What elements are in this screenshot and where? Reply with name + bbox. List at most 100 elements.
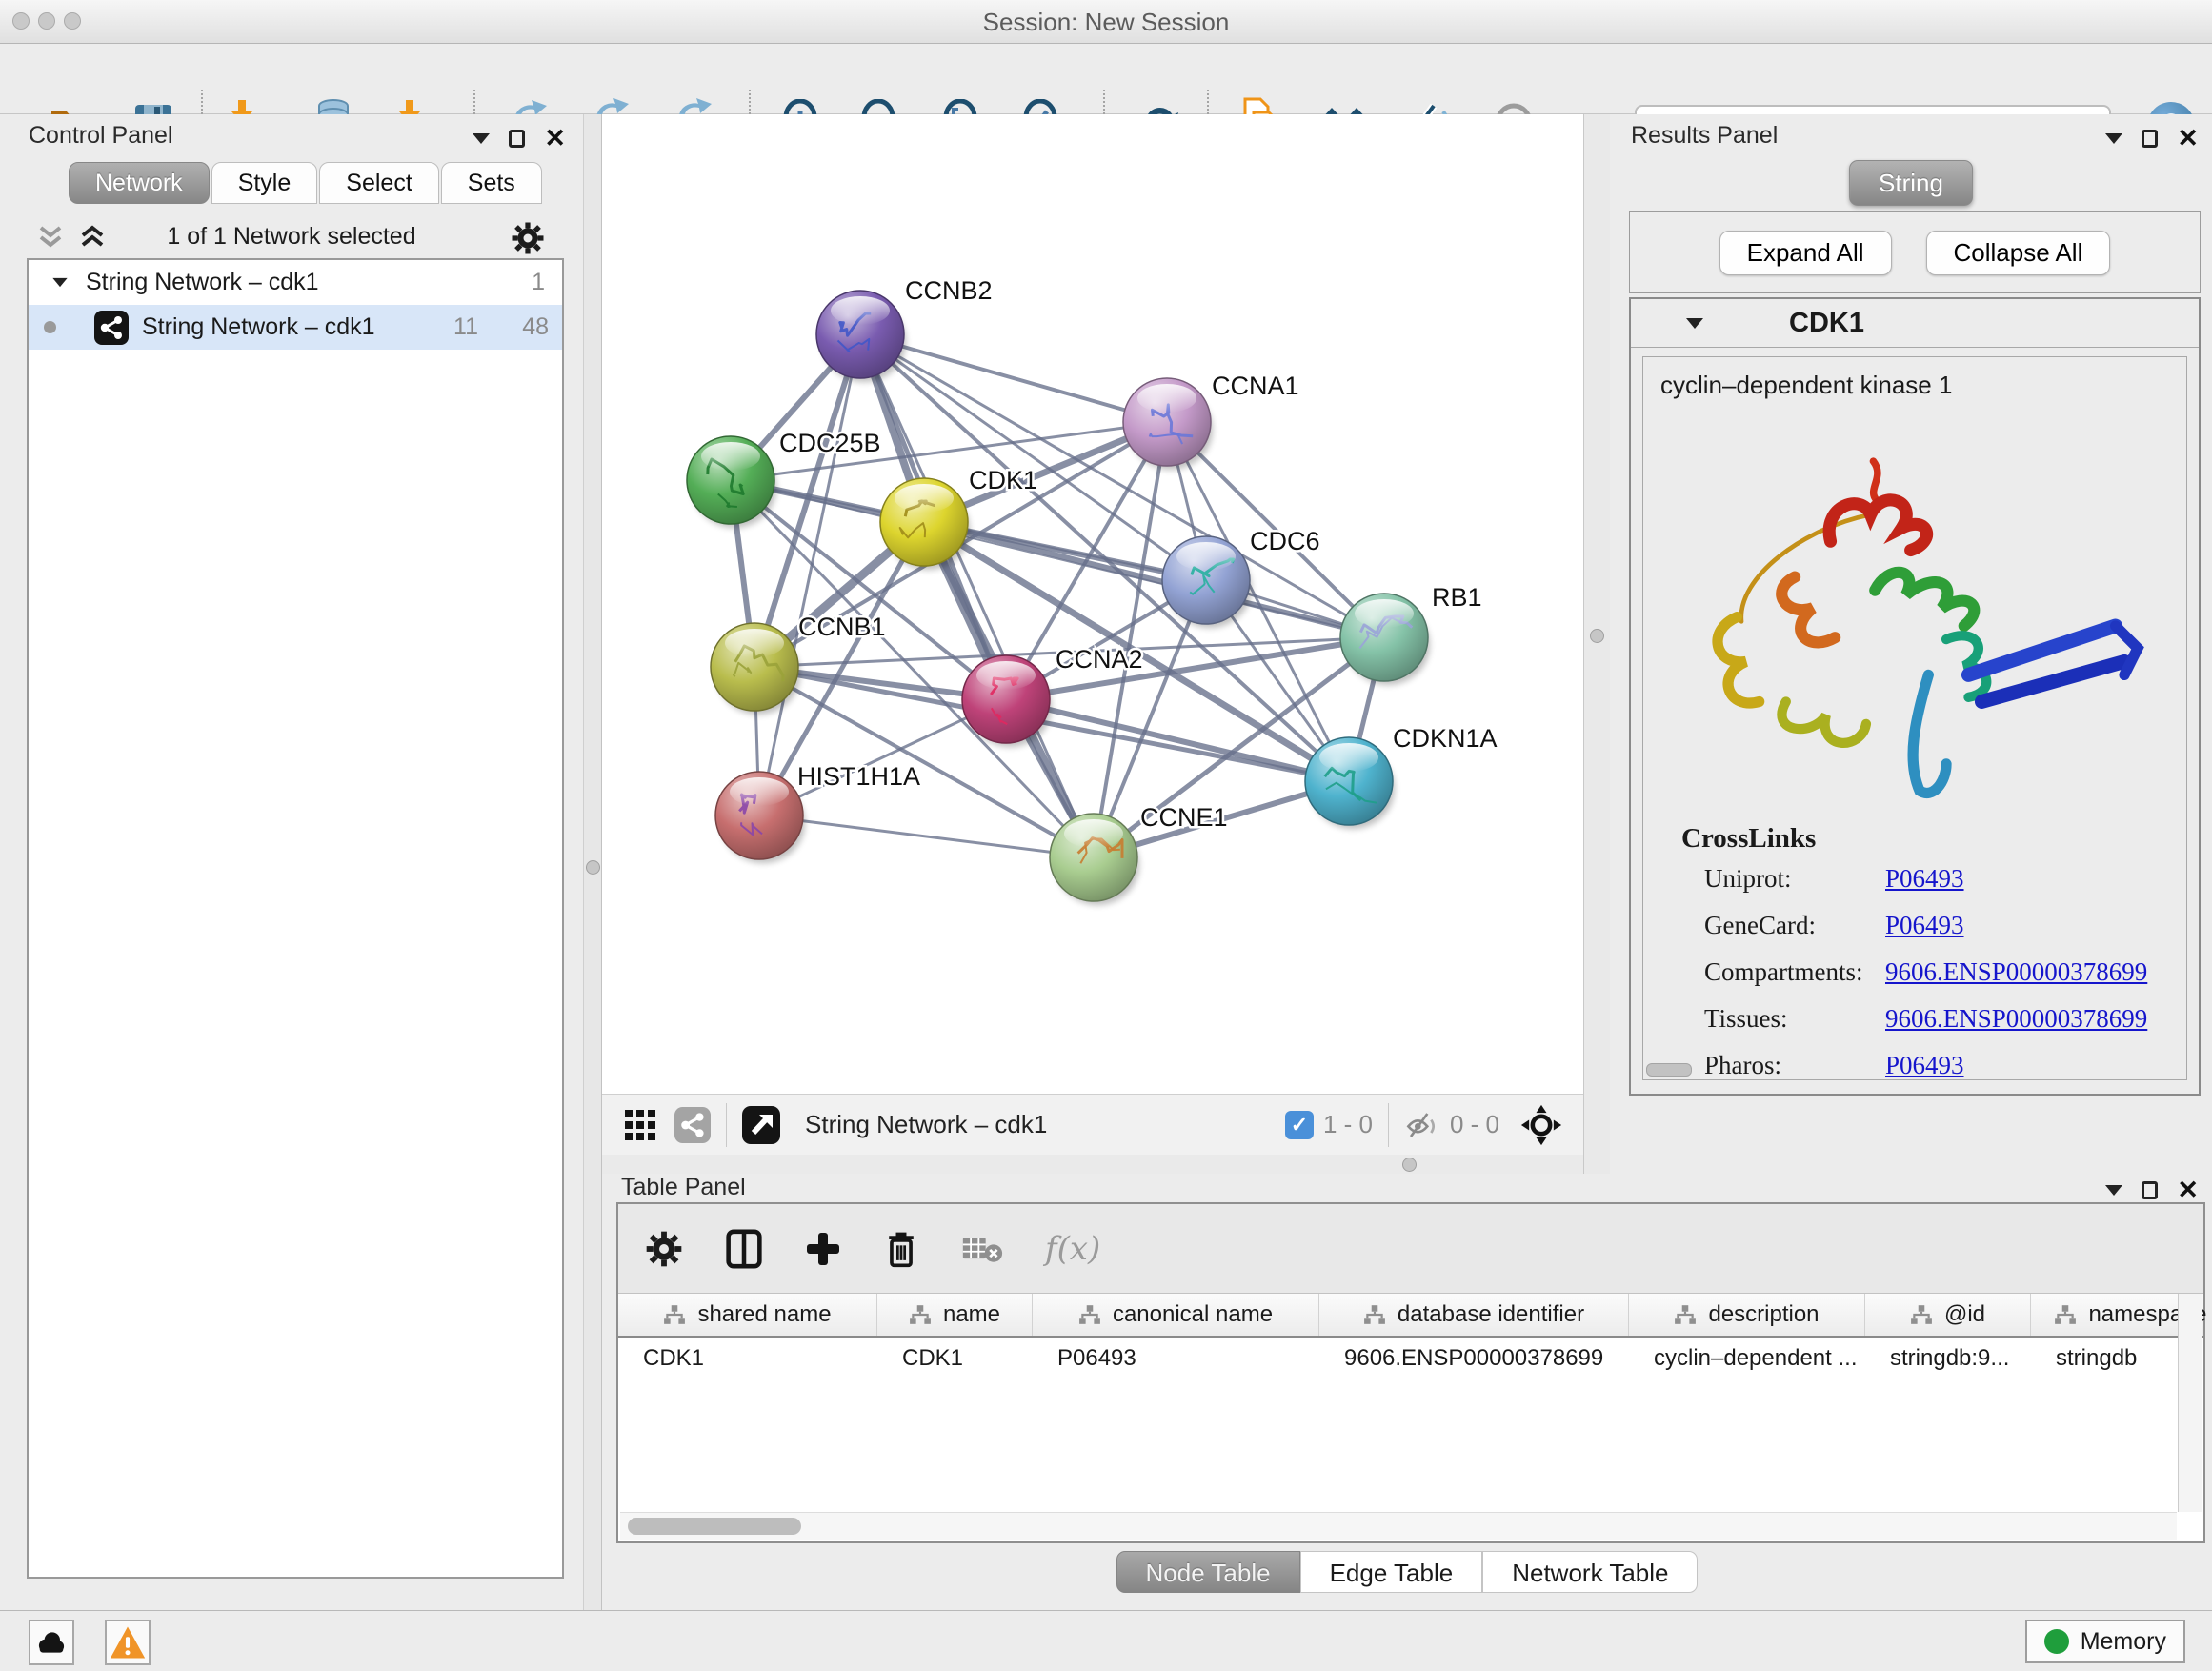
hidden-eye-slash-icon — [1404, 1110, 1440, 1140]
tab-node-table[interactable]: Node Table — [1116, 1551, 1300, 1593]
crosslink-link[interactable]: 9606.ENSP00000378699 — [1885, 957, 2147, 987]
header-cell-description[interactable]: description — [1629, 1294, 1865, 1336]
table-row[interactable]: CDK1CDK1P064939606.ENSP00000378699cyclin… — [618, 1338, 2203, 1379]
header-cell-name[interactable]: name — [877, 1294, 1033, 1336]
protein-structure-image — [1643, 408, 2187, 817]
control-panel: Control Panel ✕ NetworkStyleSelectSets 1… — [0, 114, 583, 1610]
splitter-handle[interactable] — [1402, 1158, 1417, 1172]
header-cell-canonical-name[interactable]: canonical name — [1033, 1294, 1319, 1336]
crosslink-row: GeneCard:P06493 — [1704, 911, 2186, 940]
status-bar: Memory — [0, 1610, 2212, 1671]
edge-CCNA2-CDKN1A[interactable] — [1006, 699, 1349, 781]
table-settings-gear-icon[interactable] — [645, 1230, 683, 1268]
node-CDK1[interactable] — [880, 478, 968, 566]
table-rows: CDK1CDK1P064939606.ENSP00000378699cyclin… — [618, 1338, 2203, 1379]
crosslink-link[interactable]: P06493 — [1885, 911, 1964, 940]
network-view[interactable]: CCNB2CCNA1CDC25BCDK1CDC6RB1CCNB1CCNA2CDK… — [602, 114, 1583, 1094]
table-cell[interactable]: CDK1 — [618, 1338, 877, 1379]
add-column-icon[interactable] — [805, 1231, 841, 1267]
node-label-RB1: RB1 — [1432, 583, 1482, 612]
panel-float-icon[interactable] — [509, 130, 525, 148]
column-type-icon — [2054, 1304, 2077, 1325]
header-cell--id[interactable]: @id — [1865, 1294, 2031, 1336]
edge-CCNE1-HIST1H1A[interactable] — [759, 815, 1094, 857]
edge-CCNB2-HIST1H1A[interactable] — [759, 334, 860, 815]
panel-float-icon[interactable] — [2142, 1181, 2158, 1199]
column-type-icon — [1910, 1304, 1933, 1325]
network-row[interactable]: String Network – cdk1 11 48 — [29, 305, 562, 350]
node-CDC6[interactable] — [1162, 536, 1250, 624]
crosslink-link[interactable]: 9606.ENSP00000378699 — [1885, 1004, 2147, 1034]
gear-icon[interactable] — [511, 221, 545, 255]
node-CCNA2[interactable] — [962, 655, 1050, 743]
current-network-name: String Network – cdk1 — [805, 1110, 1047, 1139]
left-splitter[interactable] — [583, 114, 602, 1610]
column-label: database identifier — [1398, 1301, 1584, 1328]
pan-crosshair-icon[interactable] — [1520, 1104, 1562, 1146]
open-in-window-icon[interactable] — [742, 1106, 780, 1144]
node-CCNB1[interactable] — [711, 623, 798, 711]
warnings-button[interactable] — [105, 1620, 151, 1665]
tab-select[interactable]: Select — [319, 162, 438, 204]
selected-checkbox-icon[interactable]: ✓ — [1285, 1111, 1314, 1139]
table-cell[interactable]: 9606.ENSP00000378699 — [1319, 1338, 1629, 1379]
node-label-CCNB1: CCNB1 — [798, 613, 886, 641]
show-columns-icon[interactable] — [725, 1229, 763, 1269]
tab-style[interactable]: Style — [211, 162, 318, 204]
panel-close-icon[interactable]: ✕ — [544, 126, 566, 151]
node-CCNE1[interactable] — [1050, 814, 1137, 901]
crosslink-label: Compartments: — [1704, 957, 1885, 987]
panel-menu-icon[interactable] — [473, 133, 490, 144]
header-cell-database-identifier[interactable]: database identifier — [1319, 1294, 1629, 1336]
right-splitter[interactable] — [1583, 114, 1610, 1174]
results-scrollbar-thumb[interactable] — [1646, 1063, 1692, 1077]
results-panel: Results Panel ✕ String Expand All Collap… — [1610, 114, 2212, 1174]
birdseye-grid-icon[interactable] — [623, 1108, 657, 1142]
delete-column-icon[interactable] — [883, 1229, 919, 1269]
crosslink-label: Pharos: — [1704, 1051, 1885, 1080]
expand-all-button[interactable]: Expand All — [1719, 231, 1892, 275]
table-cell[interactable]: CDK1 — [877, 1338, 1033, 1379]
network-status-dot — [44, 321, 56, 333]
network-collection-row[interactable]: String Network – cdk1 1 — [29, 260, 562, 305]
panel-close-icon[interactable]: ✕ — [2177, 1178, 2199, 1203]
node-CDC25B[interactable] — [687, 436, 774, 524]
memory-button[interactable]: Memory — [2025, 1620, 2185, 1663]
table-header-row: shared namenamecanonical name database id… — [618, 1294, 2203, 1338]
network-graph[interactable]: CCNB2CCNA1CDC25BCDK1CDC6RB1CCNB1CCNA2CDK… — [602, 114, 1583, 1094]
main-toolbar: ? — [0, 44, 2212, 114]
node-CCNB2[interactable] — [816, 291, 904, 378]
panel-menu-icon[interactable] — [2105, 133, 2122, 144]
gene-section-header[interactable]: CDK1 — [1631, 299, 2199, 348]
network-badge-gray-icon[interactable] — [674, 1107, 711, 1143]
table-cell[interactable]: stringdb:9... — [1865, 1338, 2031, 1379]
tab-string[interactable]: String — [1849, 160, 1973, 206]
panel-menu-icon[interactable] — [2105, 1185, 2122, 1196]
section-expander-icon[interactable] — [1686, 318, 1703, 329]
cloud-status-button[interactable] — [29, 1620, 74, 1665]
crosslink-link[interactable]: P06493 — [1885, 1051, 1964, 1080]
node-label-CCNA1: CCNA1 — [1212, 372, 1299, 400]
tab-edge-table[interactable]: Edge Table — [1300, 1551, 1483, 1593]
collapse-all-button[interactable]: Collapse All — [1926, 231, 2111, 275]
tab-network-table[interactable]: Network Table — [1482, 1551, 1698, 1593]
panel-float-icon[interactable] — [2142, 130, 2158, 148]
header-cell-shared-name[interactable]: shared name — [618, 1294, 877, 1336]
splitter-handle[interactable] — [1590, 629, 1604, 643]
table-cell[interactable]: P06493 — [1033, 1338, 1319, 1379]
node-RB1[interactable] — [1340, 594, 1428, 681]
tab-sets[interactable]: Sets — [441, 162, 542, 204]
panel-close-icon[interactable]: ✕ — [2177, 126, 2199, 151]
node-HIST1H1A[interactable] — [715, 772, 803, 859]
table-cell[interactable]: cyclin–dependent ... — [1629, 1338, 1865, 1379]
scrollbar-thumb[interactable] — [628, 1518, 801, 1535]
tab-network[interactable]: Network — [69, 162, 210, 204]
table-horizontal-scrollbar[interactable] — [620, 1512, 2177, 1540]
column-type-icon — [1674, 1304, 1697, 1325]
splitter-handle[interactable] — [586, 860, 600, 875]
crosslink-link[interactable]: P06493 — [1885, 864, 1964, 894]
node-CCNA1[interactable] — [1123, 378, 1211, 466]
node-CDKN1A[interactable] — [1305, 737, 1393, 825]
table-vertical-scrollbar[interactable] — [2178, 1294, 2202, 1512]
tree-expander-icon[interactable] — [52, 278, 67, 287]
